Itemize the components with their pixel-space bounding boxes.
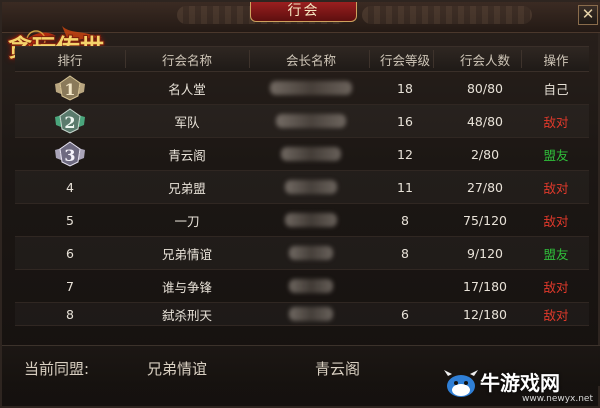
guild-name: 谁与争锋 <box>161 279 212 295</box>
guild-members: 80/80 <box>466 80 504 96</box>
rank-number: 6 <box>66 245 74 261</box>
rank-medal-silver: 2 <box>15 105 125 137</box>
guild-members: 48/80 <box>466 113 504 129</box>
leader-name-blurred <box>251 270 371 302</box>
cow-mascot-icon <box>444 370 478 397</box>
leader-name-blurred <box>251 204 371 236</box>
guild-name: 兄弟盟 <box>168 180 206 196</box>
leader-name-blurred <box>251 138 371 170</box>
title-ornament-right <box>362 6 532 24</box>
operation-self: 自己 <box>543 81 569 97</box>
rank-number: 7 <box>66 278 74 294</box>
guild-members: 75/120 <box>463 212 507 228</box>
guild-level: 18 <box>397 80 413 96</box>
table-row[interactable]: 6 兄弟情谊 8 9/120 盟友 <box>15 237 589 270</box>
guild-level: 12 <box>397 146 413 162</box>
guild-name: 兄弟情谊 <box>161 246 212 262</box>
svg-text:1: 1 <box>64 80 75 99</box>
operation-enemy[interactable]: 敌对 <box>523 303 589 325</box>
table-row[interactable]: 2 军队 16 48/80 敌对 <box>15 105 589 138</box>
guild-name: 军队 <box>174 114 200 130</box>
table-header: 排行 行会名称 会长名称 行会等级 行会人数 操作 <box>15 46 589 72</box>
alliance-member: 兄弟情谊 <box>147 360 208 378</box>
leader-name-blurred <box>251 171 371 203</box>
table-row[interactable]: 8 弑杀刑天 6 12/180 敌对 <box>15 303 589 326</box>
svg-text:3: 3 <box>64 146 75 165</box>
guild-level <box>365 270 445 302</box>
operation-ally[interactable]: 盟友 <box>523 237 589 269</box>
guild-name: 名人堂 <box>168 81 206 97</box>
watermark: 牛游戏网 www.newyx.net <box>442 364 594 408</box>
operation-ally[interactable]: 盟友 <box>523 138 589 170</box>
leader-name-blurred <box>251 237 371 269</box>
alliance-member: 青云阁 <box>315 360 361 378</box>
rank-medal-bronze: 3 <box>15 138 125 170</box>
watermark-url: www.newyx.net <box>522 394 594 404</box>
alliance-label: 当前同盟: <box>24 360 90 378</box>
leader-name-blurred <box>251 303 371 325</box>
operation-enemy[interactable]: 敌对 <box>523 171 589 203</box>
header-divider <box>125 50 126 68</box>
guild-name: 青云阁 <box>168 147 206 163</box>
leader-name-blurred <box>251 105 371 137</box>
table-row[interactable]: 5 一刀 8 75/120 敌对 <box>15 204 589 237</box>
guild-level: 16 <box>397 113 413 129</box>
operation-enemy[interactable]: 敌对 <box>523 270 589 302</box>
table-row[interactable]: 4 兄弟盟 11 27/80 敌对 <box>15 171 589 204</box>
operation-enemy[interactable]: 敌对 <box>523 105 589 137</box>
guild-level: 8 <box>401 212 409 228</box>
tab-guild[interactable]: 行会 <box>250 2 357 22</box>
guild-name: 一刀 <box>174 213 200 229</box>
header-rank: 排行 <box>57 52 83 68</box>
operation-enemy[interactable]: 敌对 <box>523 204 589 236</box>
header-guild-members: 行会人数 <box>459 52 510 68</box>
guild-members: 12/180 <box>463 306 507 322</box>
header-operation: 操作 <box>543 52 569 68</box>
guild-name: 弑杀刑天 <box>161 307 212 323</box>
guild-level: 8 <box>401 245 409 261</box>
rank-3-medal-icon: 3 <box>55 141 85 167</box>
watermark-text: 牛游戏网 <box>480 371 560 395</box>
guild-members: 27/80 <box>466 179 504 195</box>
rank-1-medal-icon: 1 <box>55 75 85 101</box>
leader-name-blurred <box>251 72 371 104</box>
header-guild-name: 行会名称 <box>161 52 212 68</box>
guild-window: 行会 ✕ 贪玩传世 排行 行会名称 会长名称 行会等级 行会人数 操作 <box>0 0 600 408</box>
guild-members: 2/80 <box>470 146 500 162</box>
header-divider <box>521 50 522 68</box>
header-divider <box>369 50 370 68</box>
header-divider <box>249 50 250 68</box>
header-divider <box>433 50 434 68</box>
guild-level: 11 <box>397 179 413 195</box>
rank-medal-gold: 1 <box>15 72 125 104</box>
rank-number: 5 <box>66 212 74 228</box>
rank-number: 4 <box>66 179 74 195</box>
guild-table: 排行 行会名称 会长名称 行会等级 行会人数 操作 1 名人堂 18 80/80… <box>15 46 589 326</box>
guild-members: 9/120 <box>466 245 504 261</box>
rank-2-medal-icon: 2 <box>55 108 85 134</box>
table-row[interactable]: 7 谁与争锋 17/180 敌对 <box>15 270 589 303</box>
svg-text:2: 2 <box>64 113 75 132</box>
table-row[interactable]: 3 青云阁 12 2/80 盟友 <box>15 138 589 171</box>
guild-members: 17/180 <box>463 278 507 294</box>
close-button[interactable]: ✕ <box>578 5 598 25</box>
header-leader-name: 会长名称 <box>285 52 336 68</box>
guild-level: 6 <box>401 306 409 322</box>
rank-number: 8 <box>66 306 74 322</box>
table-row[interactable]: 1 名人堂 18 80/80 自己 <box>15 72 589 105</box>
